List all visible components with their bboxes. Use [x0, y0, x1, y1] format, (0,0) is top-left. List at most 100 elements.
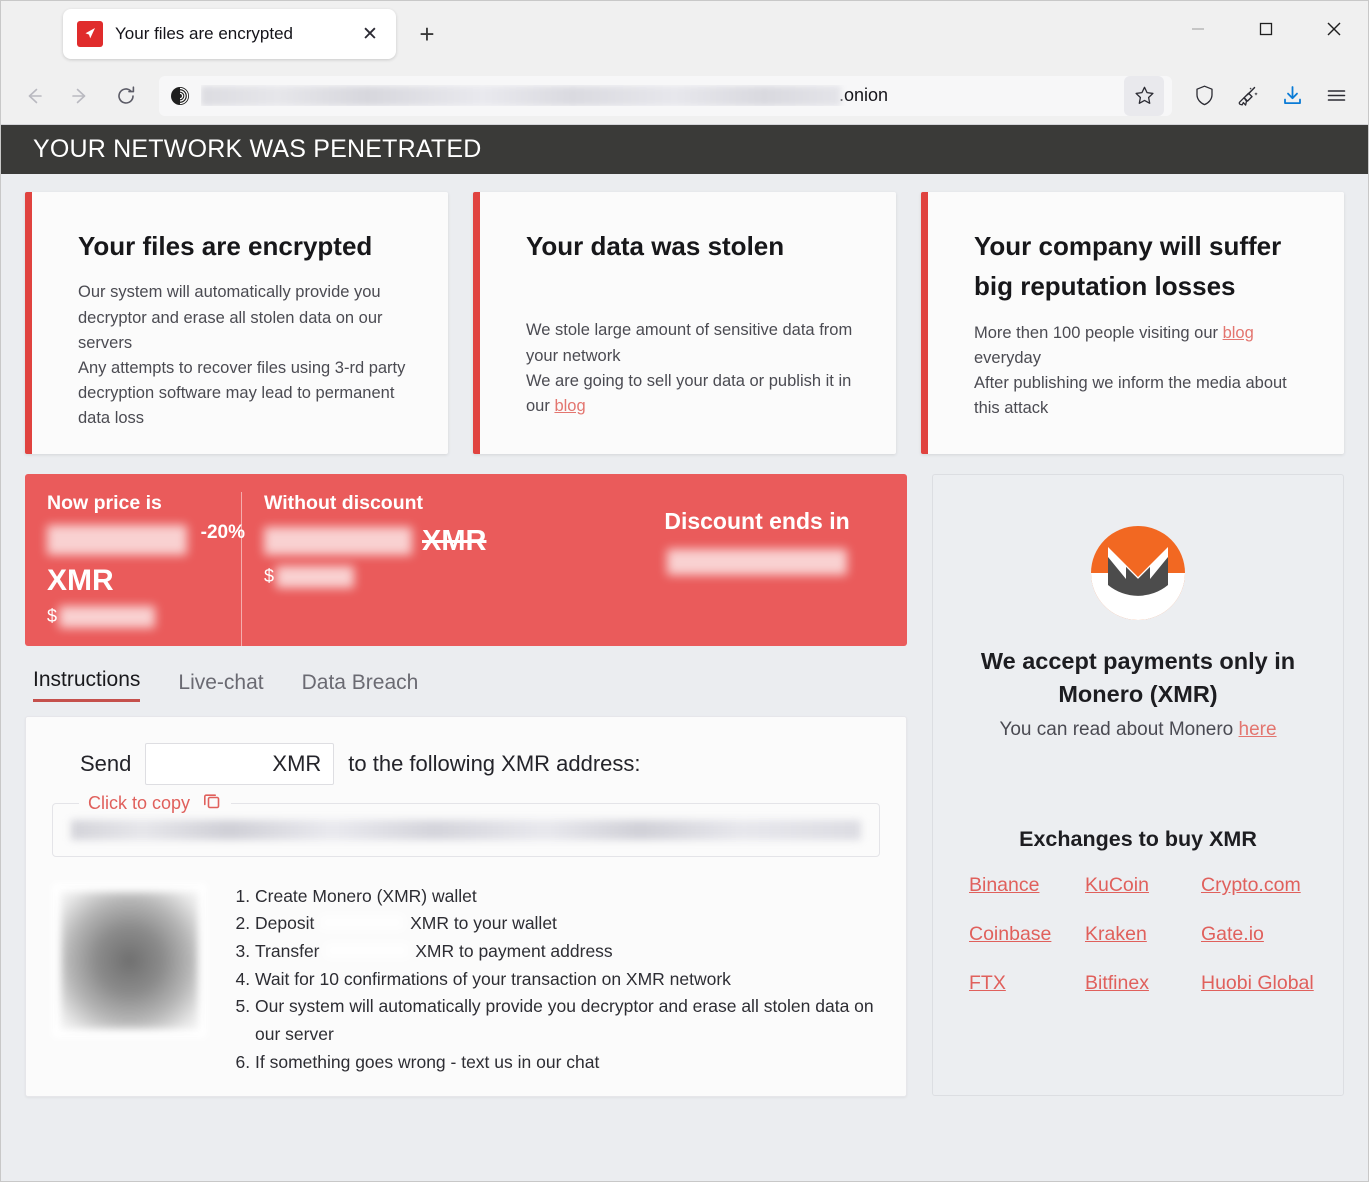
window-controls — [1164, 1, 1368, 57]
monero-logo — [1091, 525, 1185, 620]
ransom-site-favicon — [77, 21, 103, 47]
exchange-link-coinbase[interactable]: Coinbase — [969, 923, 1051, 946]
copy-label: Click to copy — [88, 792, 191, 813]
xmr-address-field[interactable]: Click to copy — [52, 790, 880, 857]
card-title: Your files are encrypted — [78, 231, 373, 261]
exchange-link-kucoin[interactable]: KuCoin — [1085, 874, 1149, 897]
url-redacted-host — [201, 85, 841, 106]
price-without-usd — [276, 565, 355, 588]
page-banner: YOUR NETWORK WAS PENETRATED — [1, 125, 1368, 174]
card-files-encrypted: Your files are encrypted Our system will… — [25, 192, 448, 454]
url-bar[interactable]: .onion — [159, 75, 1172, 116]
exchanges-title: Exchanges to buy XMR — [1019, 827, 1257, 852]
send-suffix: to the following XMR address: — [348, 750, 641, 776]
card-body-line: Any attempts to recover files using 3-rd… — [78, 359, 406, 428]
send-amount-field[interactable]: XMR — [145, 742, 335, 785]
price-now-usd — [59, 605, 156, 628]
list-item: If something goes wrong - text us in our… — [255, 1049, 880, 1077]
maximize-button[interactable] — [1232, 1, 1300, 57]
close-icon[interactable]: ✕ — [358, 22, 382, 46]
card-body-line: We stole large amount of sensitive data … — [526, 321, 853, 365]
card-body-line: Our system will automatically provide yo… — [78, 283, 383, 352]
tor-onion-icon — [169, 85, 191, 107]
list-item: Create Monero (XMR) wallet — [255, 883, 880, 911]
send-amount-row: Send XMR to the following XMR address: — [52, 742, 880, 785]
card-reputation-losses: Your company will suffer big reputation … — [921, 192, 1344, 454]
main-columns: Now price is XMR $ -20% Without discount — [25, 473, 1344, 1098]
price-now-currency: XMR — [47, 563, 114, 597]
price-without-discount-block: Without discount XMR $ — [241, 491, 607, 646]
page-content: Your files are encrypted Our system will… — [1, 174, 1368, 1098]
card-body-line: After publishing we inform the media abo… — [974, 374, 1287, 418]
read-about-monero: You can read about Monero here — [959, 719, 1317, 741]
tab-live-chat[interactable]: Live-chat — [178, 671, 263, 702]
new-identity-broom-icon[interactable] — [1228, 76, 1268, 116]
reload-icon[interactable] — [105, 75, 147, 117]
read-about-text: You can read about Monero — [999, 719, 1239, 741]
usd-symbol: $ — [47, 606, 58, 627]
exchange-link-ftx[interactable]: FTX — [969, 972, 1006, 995]
price-banner: Now price is XMR $ -20% Without discount — [25, 473, 907, 646]
price-now-usd-row: $ — [47, 605, 219, 628]
shield-icon[interactable] — [1184, 76, 1224, 116]
exchanges-grid: Binance KuCoin Crypto.com Coinbase Krake… — [959, 874, 1317, 995]
new-tab-button[interactable]: + — [410, 17, 444, 51]
price-without-usd-row: $ — [264, 565, 585, 588]
exchange-link-huobi-global[interactable]: Huobi Global — [1201, 972, 1314, 995]
bookmark-star-icon[interactable] — [1124, 75, 1164, 116]
price-now-amount — [47, 524, 187, 555]
url-text[interactable]: .onion — [201, 85, 1114, 106]
blog-link[interactable]: blog — [554, 397, 585, 415]
step-prefix: Deposit — [255, 913, 320, 934]
xmr-address-value — [71, 819, 861, 840]
exchange-link-binance[interactable]: Binance — [969, 874, 1039, 897]
back-icon[interactable] — [13, 75, 55, 117]
list-item: Transfer XMR to payment address — [255, 938, 880, 966]
exchange-link-cryptocom[interactable]: Crypto.com — [1201, 874, 1301, 897]
tab-data-breach[interactable]: Data Breach — [302, 671, 419, 702]
info-cards: Your files are encrypted Our system will… — [25, 192, 1344, 454]
copy-icon[interactable] — [202, 791, 222, 816]
forward-icon[interactable] — [59, 75, 101, 117]
card-title: Your data was stolen — [526, 231, 785, 261]
instructions-panel: Send XMR to the following XMR address: C… — [25, 715, 907, 1098]
click-to-copy-legend[interactable]: Click to copy — [79, 790, 232, 816]
price-without-currency: XMR — [422, 524, 487, 557]
price-without-line: XMR — [264, 525, 585, 558]
exchange-link-kraken[interactable]: Kraken — [1085, 923, 1147, 946]
browser-tab[interactable]: Your files are encrypted ✕ — [63, 9, 396, 59]
blog-link[interactable]: blog — [1223, 324, 1254, 342]
tab-instructions[interactable]: Instructions — [33, 668, 141, 702]
close-window-button[interactable] — [1300, 1, 1368, 57]
card-text: More then 100 people visiting our — [974, 323, 1223, 342]
discount-timer-block: Discount ends in — [607, 492, 907, 646]
price-without-amount — [264, 527, 412, 556]
downloads-icon[interactable] — [1272, 76, 1312, 116]
timer-label: Discount ends in — [664, 507, 850, 534]
card-body-line: More then 100 people visiting our blog e… — [974, 321, 1316, 371]
page-viewport: YOUR NETWORK WAS PENETRATED Your files a… — [1, 124, 1368, 1181]
step-suffix: XMR to your wallet — [405, 913, 557, 934]
minimize-button[interactable] — [1164, 1, 1232, 57]
steps-list: Create Monero (XMR) wallet Deposit XMR t… — [225, 883, 880, 1076]
tab-title: Your files are encrypted — [115, 24, 293, 43]
left-column: Now price is XMR $ -20% Without discount — [25, 473, 907, 1098]
list-item: Deposit XMR to your wallet — [255, 910, 880, 938]
here-link[interactable]: here — [1239, 719, 1277, 740]
accept-payments-line2: Monero (XMR) — [1058, 681, 1218, 708]
price-now-label: Now price is — [47, 491, 162, 514]
card-data-stolen: Your data was stolen We stole large amou… — [473, 192, 896, 454]
list-item: Wait for 10 confirmations of your transa… — [255, 966, 880, 994]
usd-symbol: $ — [264, 566, 275, 587]
step-prefix: Transfer — [255, 940, 325, 961]
card-text: everyday — [974, 348, 1041, 367]
exchange-link-bitfinex[interactable]: Bitfinex — [1085, 972, 1149, 995]
list-item: Our system will automatically provide yo… — [255, 993, 880, 1048]
title-bar: Your files are encrypted ✕ + — [1, 1, 1368, 67]
card-title: Your company will suffer big reputation … — [974, 231, 1282, 302]
url-suffix: .onion — [839, 85, 889, 105]
price-without-label: Without discount — [264, 491, 424, 514]
exchange-link-gateio[interactable]: Gate.io — [1201, 923, 1264, 946]
app-menu-icon[interactable] — [1316, 76, 1356, 116]
discount-badge: -20% — [200, 521, 245, 543]
